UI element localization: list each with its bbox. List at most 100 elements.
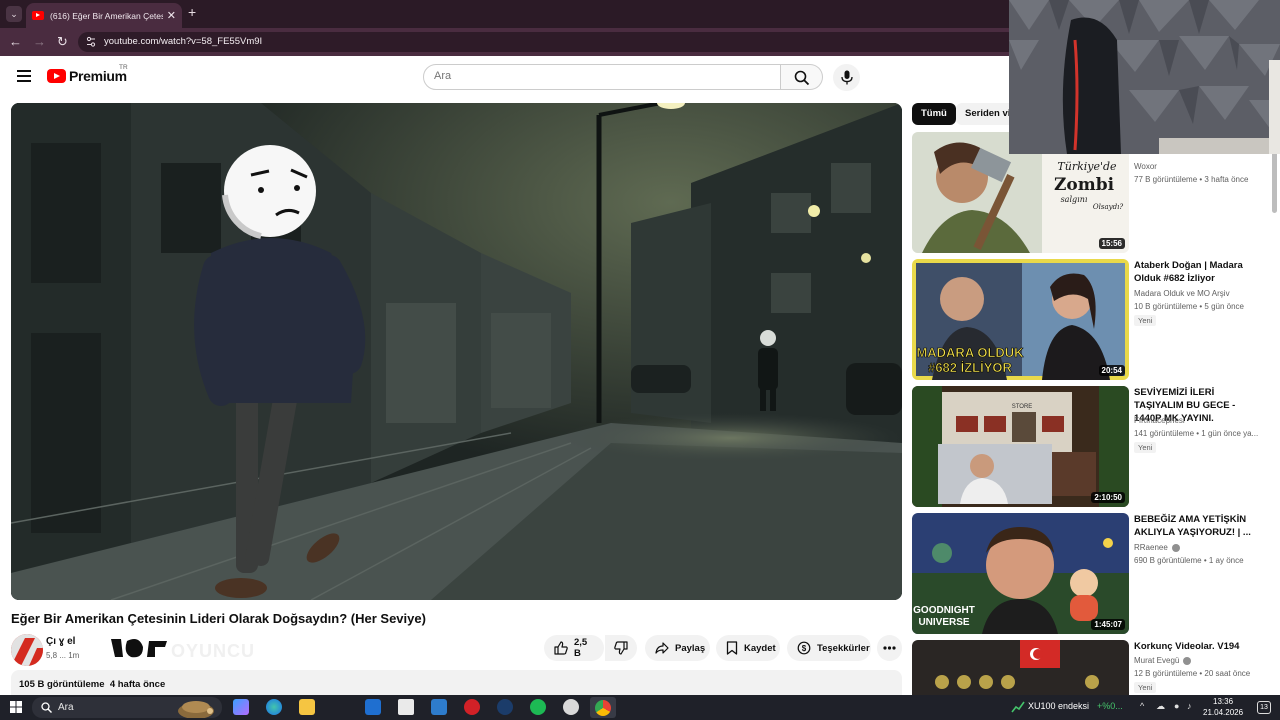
vscode-app-icon[interactable] <box>431 699 447 715</box>
edge-app-icon[interactable] <box>266 699 282 715</box>
steam-app-icon[interactable] <box>497 699 513 715</box>
recommendation-channel[interactable]: Murat Evegü <box>1134 656 1192 665</box>
microphone-tray-icon[interactable]: ● <box>1174 701 1179 711</box>
recommendation-item[interactable]: GOODNIGHT UNIVERSE 1:45:07 BEBEĞİZ AMA Y… <box>912 513 1274 634</box>
description-box[interactable]: 105 B görüntüleme 4 hafta önce <box>11 670 902 696</box>
reload-icon[interactable]: ↻ <box>57 34 68 50</box>
file-explorer-icon[interactable] <box>299 699 315 715</box>
taskbar-clock[interactable]: 13:36 21.04.2026 <box>1203 696 1243 718</box>
super-thanks-icon: $ <box>797 641 811 655</box>
recommendation-meta: 10 B görüntüleme • 5 gün önce <box>1134 302 1244 311</box>
share-button[interactable]: Paylaş <box>645 635 710 661</box>
verified-check-icon <box>1183 656 1192 665</box>
recommendation-meta: 141 görüntüleme • 1 gün önce ya... <box>1134 429 1259 438</box>
taskbar-active-app[interactable] <box>590 697 616 718</box>
search-input[interactable] <box>434 70 764 82</box>
copilot-app-icon[interactable] <box>233 699 249 715</box>
forward-arrow-icon[interactable]: → <box>33 34 46 50</box>
search-icon <box>794 70 810 86</box>
outlook-app-icon[interactable] <box>365 699 381 715</box>
clock-time: 13:36 <box>1213 697 1234 706</box>
thumb-text-line3: salgını <box>1061 195 1088 204</box>
thumbnail-madara-image: MADARA OLDUK #682 İZLİYOR <box>912 259 1129 380</box>
dislike-button[interactable] <box>605 635 637 661</box>
browser-tab-active[interactable]: (616) Eğer Bir Amerikan Çetesinin ✕ <box>26 3 182 28</box>
recommendation-title[interactable]: Ataberk Doğan | Madara Olduk #682 İzliyo… <box>1134 259 1264 285</box>
tab-search-chevron-icon[interactable]: ⌄ <box>6 6 22 22</box>
volume-icon[interactable]: ♪ <box>1187 701 1192 711</box>
recommendation-thumbnail[interactable]: STORE 2:10:50 <box>912 386 1129 507</box>
thumbnail-stream-image: STORE <box>912 386 1129 507</box>
recommendation-thumbnail[interactable]: GOODNIGHT UNIVERSE 1:45:07 <box>912 513 1129 634</box>
save-label: Kaydet <box>744 642 776 654</box>
cloud-icon[interactable]: ☁ <box>1156 701 1165 712</box>
recommendation-channel[interactable]: Madara Olduk ve MO Arşiv <box>1134 289 1230 298</box>
page-scrollbar[interactable] <box>1270 98 1280 695</box>
chip-series[interactable]: Seriden videolar <box>956 103 1016 125</box>
channel-avatar[interactable] <box>11 634 43 666</box>
thumb-text-line1: GOODNIGHT <box>913 605 975 616</box>
site-info-icon[interactable] <box>86 36 96 48</box>
stock-chart-icon <box>1011 701 1025 713</box>
recommendation-item[interactable]: Korkunç Videolar. V194 Murat Evegü 12 B … <box>912 640 1274 695</box>
chip-all[interactable]: Tümü <box>912 103 956 125</box>
microphone-icon <box>841 70 853 85</box>
recommendation-channel[interactable]: Fırtınacephesi <box>1134 416 1185 425</box>
recommendation-item[interactable]: MADARA OLDUK #682 İZLİYOR 20:54 Ataberk … <box>912 259 1274 380</box>
thumb-text-line2: #682 İZLİYOR <box>928 360 1012 375</box>
close-tab-icon[interactable]: ✕ <box>167 9 176 22</box>
recommendation-channel[interactable]: Woxor <box>1134 162 1157 171</box>
thumb-text-line4: Olsaydı? <box>1093 203 1123 211</box>
search-button[interactable] <box>781 64 823 90</box>
rec-views: 77 B görüntüleme <box>1134 175 1198 184</box>
webcam-feed-image <box>1009 0 1280 154</box>
thanks-button[interactable]: $ Teşekkürler <box>787 635 871 661</box>
video-duration: 1:45:07 <box>1091 619 1125 630</box>
thumb-text-line2: Zombi <box>1054 175 1115 195</box>
webcam-overlay <box>1009 0 1280 154</box>
recommendation-title[interactable]: Korkunç Videolar. V194 <box>1134 640 1264 653</box>
spotify-app-icon[interactable] <box>530 699 546 715</box>
rec-age: 1 ay önce <box>1208 556 1244 565</box>
taskbar-search[interactable]: Ara <box>32 697 222 718</box>
recommendation-item[interactable]: STORE 2:10:50 SEVİYEMİZİ İLERİ TAŞIYALIM… <box>912 386 1274 507</box>
stock-name[interactable]: XU100 endeksi <box>1028 701 1089 711</box>
thumbs-down-icon <box>614 641 628 655</box>
channel-label: RRaenee <box>1134 543 1168 552</box>
new-tab-plus-icon[interactable]: + <box>188 4 196 20</box>
windows-taskbar: Ara XU100 endeksi +%0... ^ ☁ ● ♪ 13:36 2… <box>0 695 1280 720</box>
more-actions-button[interactable] <box>877 635 902 661</box>
opera-app-icon[interactable] <box>464 699 480 715</box>
like-button[interactable]: 2,5 B <box>544 635 604 661</box>
recommendation-channel[interactable]: RRaenee <box>1134 543 1180 552</box>
recommendation-title[interactable]: BEBEĞİZ AMA YETİŞKİN AKLIYLA YAŞIYORUZ! … <box>1134 513 1264 539</box>
save-button[interactable]: Kaydet <box>716 635 780 661</box>
back-arrow-icon[interactable]: ← <box>9 34 22 50</box>
thumb-text-line1: Türkiye'de <box>1057 160 1117 173</box>
notification-count-badge[interactable]: 13 <box>1257 701 1271 714</box>
recommendation-thumbnail[interactable] <box>912 640 1129 695</box>
url-field[interactable]: youtube.com/watch?v=58_FE55Vm9I <box>78 32 1018 52</box>
channel-name[interactable]: Çı ɣ el <box>46 636 75 647</box>
more-dots-icon <box>883 646 896 650</box>
windows-start-icon[interactable] <box>10 701 22 713</box>
rec-views: 12 B görüntüleme <box>1134 669 1198 678</box>
thumbs-up-icon <box>554 641 568 655</box>
youtube-favicon-icon <box>32 11 44 20</box>
menu-hamburger-icon[interactable] <box>17 70 31 82</box>
rec-views: 10 B görüntüleme <box>1134 302 1198 311</box>
thumb-text-line2: UNIVERSE <box>918 617 969 628</box>
voice-search-button[interactable] <box>833 64 860 91</box>
obs-app-icon[interactable] <box>563 699 579 715</box>
recommendation-thumbnail[interactable]: MADARA OLDUK #682 İZLİYOR 20:54 <box>912 259 1129 380</box>
store-app-icon[interactable] <box>398 699 414 715</box>
owner-row: Çı ɣ el 5,8 ... 1m OYUNCU 2,5 B Paylaş K… <box>11 633 902 667</box>
tray-chevron-up-icon[interactable]: ^ <box>1140 701 1144 711</box>
video-player[interactable] <box>11 103 902 600</box>
video-duration: 20:54 <box>1098 365 1125 376</box>
hedgehog-highlight-icon <box>178 701 214 718</box>
channel-avatar-image <box>11 634 43 666</box>
new-badge: Yeni <box>1134 442 1157 453</box>
youtube-premium-logo[interactable]: Premium TR <box>47 64 128 84</box>
like-count: 2,5 B <box>574 637 588 659</box>
